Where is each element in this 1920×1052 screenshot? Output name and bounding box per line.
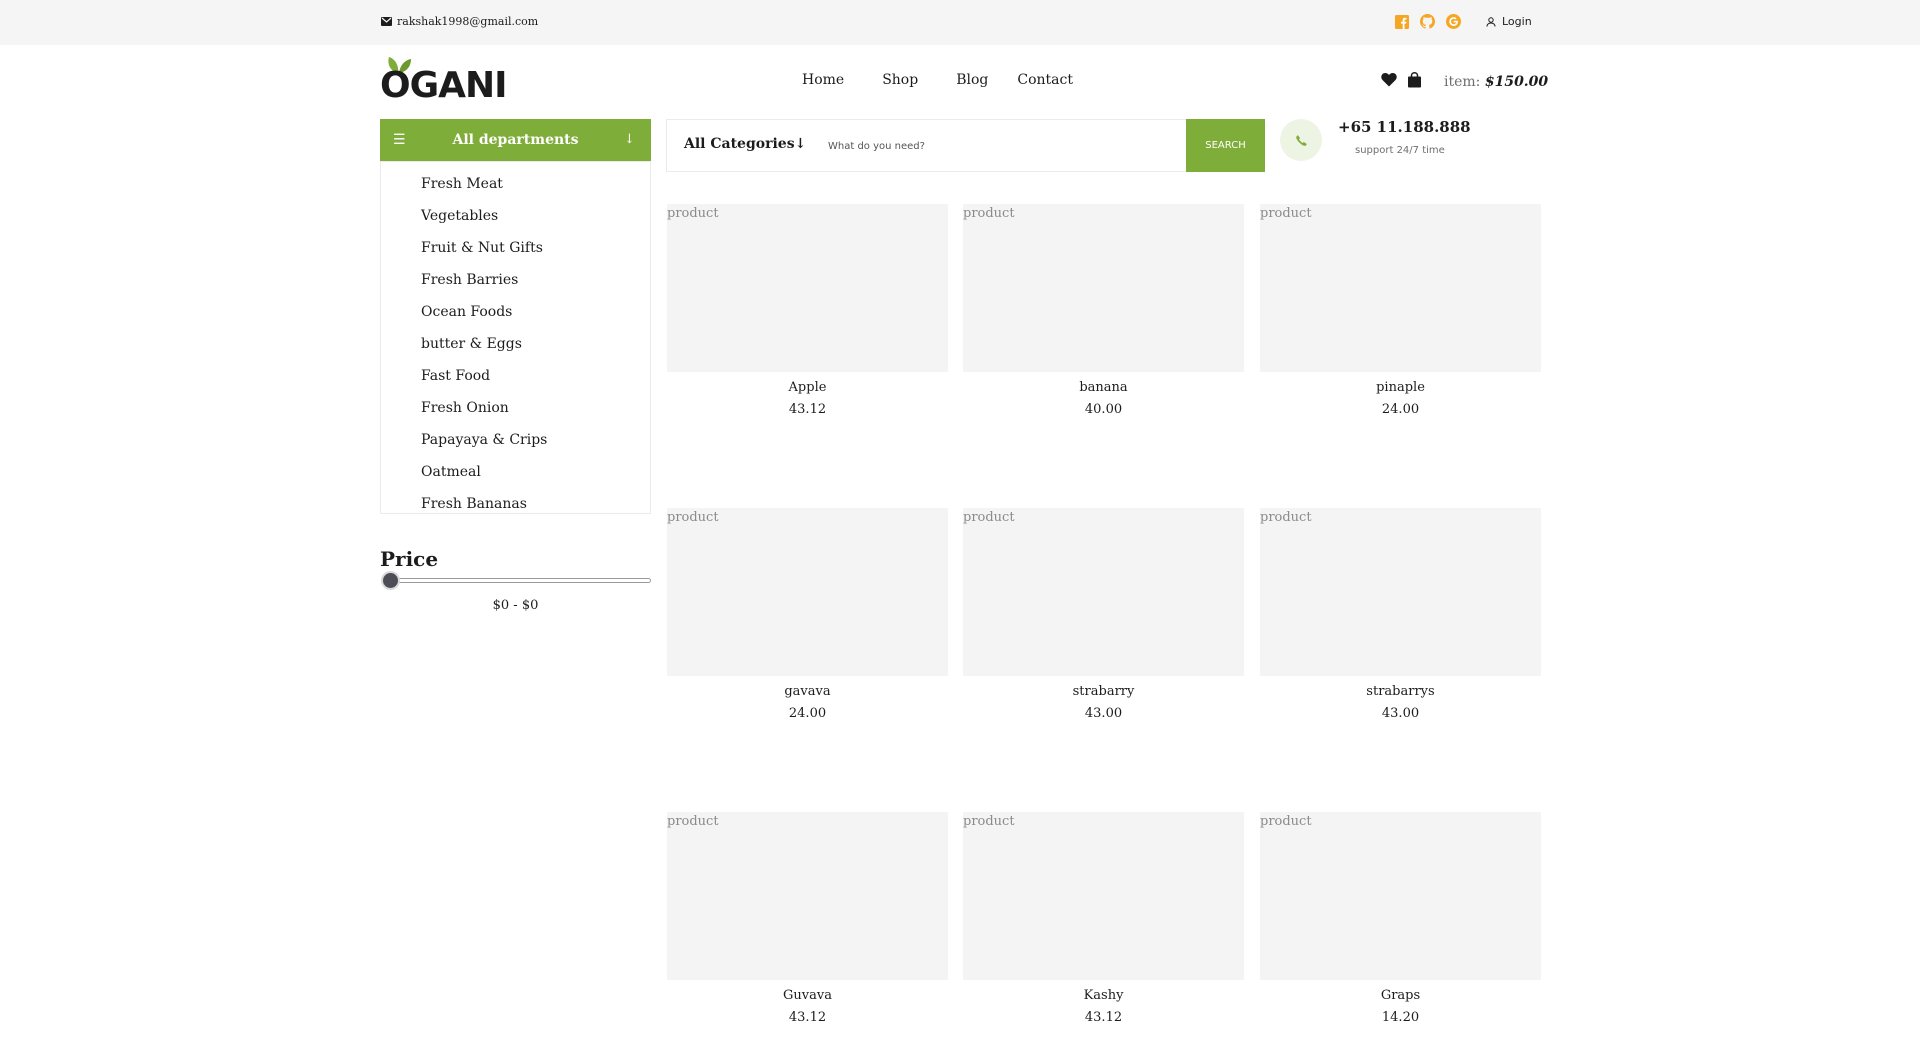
product-name[interactable]: strabarry: [963, 684, 1244, 699]
product-name[interactable]: Guvava: [667, 988, 948, 1003]
product-image-alt: product: [667, 510, 719, 525]
cart-amount: $150.00: [1484, 74, 1549, 90]
header-icons: [1381, 72, 1423, 88]
product-image-alt: product: [1260, 510, 1312, 525]
department-item[interactable]: Fresh Meat: [421, 176, 503, 192]
product-image-alt: product: [1260, 814, 1312, 829]
cart-total: item: $150.00: [1444, 74, 1548, 90]
support-text: support 24/7 time: [1355, 145, 1445, 156]
logo[interactable]: OGANI: [380, 55, 508, 106]
facebook-icon[interactable]: [1394, 14, 1409, 29]
product-name[interactable]: gavava: [667, 684, 948, 699]
arrow-down-icon: ↓: [794, 136, 807, 152]
product-card[interactable]: product Kashy 43.12: [963, 812, 1244, 1025]
department-item[interactable]: Ocean Foods: [421, 304, 512, 320]
department-item[interactable]: Fresh Bananas: [421, 496, 527, 512]
product-price: 43.00: [1084, 706, 1123, 721]
logo-text: OGANI: [380, 65, 508, 106]
nav-shop[interactable]: Shop: [882, 72, 918, 88]
login-label: Login: [1502, 15, 1532, 28]
phone-number: +65 11.188.888: [1338, 118, 1471, 136]
login-button[interactable]: Login: [1486, 15, 1532, 28]
email-text: rakshak1998@gmail.com: [397, 15, 539, 28]
cart-label: item:: [1444, 74, 1481, 90]
google-icon[interactable]: [1446, 14, 1461, 29]
price-filter-title: Price: [380, 547, 439, 571]
product-image: product: [667, 812, 948, 980]
product-card[interactable]: product Guvava 43.12: [667, 812, 948, 1025]
nav-home[interactable]: Home: [802, 72, 844, 88]
product-image-alt: product: [1260, 206, 1312, 221]
product-price: 43.12: [788, 1010, 827, 1025]
product-name[interactable]: Kashy: [963, 988, 1244, 1003]
departments-title: All departments: [452, 132, 579, 148]
product-card[interactable]: product strabarrys 43.00: [1260, 508, 1541, 721]
product-image: product: [963, 204, 1244, 372]
department-item[interactable]: Oatmeal: [421, 464, 481, 480]
product-name[interactable]: banana: [963, 380, 1244, 395]
product-price: 40.00: [1084, 402, 1123, 417]
category-label: All Categories: [684, 136, 795, 152]
department-item[interactable]: Fresh Barries: [421, 272, 518, 288]
nav-contact[interactable]: Contact: [1017, 72, 1073, 88]
product-price: 43.12: [788, 402, 827, 417]
price-range-text: $0 - $0: [492, 598, 539, 613]
product-price: 24.00: [1381, 402, 1420, 417]
product-image: product: [667, 204, 948, 372]
department-item[interactable]: Fruit & Nut Gifts: [421, 240, 543, 256]
github-icon[interactable]: [1420, 14, 1435, 29]
social-links: [1394, 14, 1461, 29]
search-button[interactable]: SEARCH: [1186, 119, 1265, 172]
product-card[interactable]: product gavava 24.00: [667, 508, 948, 721]
product-image: product: [1260, 508, 1541, 676]
main-nav: Home Shop Blog Contact: [802, 72, 1073, 88]
price-slider-track[interactable]: [382, 578, 651, 583]
product-image: product: [963, 508, 1244, 676]
product-image-alt: product: [667, 814, 719, 829]
product-card[interactable]: product pinaple 24.00: [1260, 204, 1541, 417]
department-item[interactable]: Vegetables: [421, 208, 498, 224]
nav-blog[interactable]: Blog: [956, 72, 988, 88]
product-card[interactable]: product banana 40.00: [963, 204, 1244, 417]
department-item[interactable]: Papayaya & Crips: [421, 432, 547, 448]
search-bar: All Categories↓ SEARCH: [666, 119, 1265, 172]
department-item[interactable]: butter & Eggs: [421, 336, 522, 352]
product-card[interactable]: product strabarry 43.00: [963, 508, 1244, 721]
product-card[interactable]: product Graps 14.20: [1260, 812, 1541, 1025]
product-image-alt: product: [963, 814, 1015, 829]
department-item[interactable]: Fast Food: [421, 368, 490, 384]
departments-list: Fresh Meat Vegetables Fruit & Nut Gifts …: [380, 161, 651, 514]
category-dropdown[interactable]: All Categories↓: [684, 136, 806, 152]
price-slider-handle[interactable]: [381, 571, 400, 590]
envelope-icon: [381, 17, 392, 26]
department-item[interactable]: Fresh Onion: [421, 400, 509, 416]
product-image: product: [1260, 812, 1541, 980]
phone-icon: [1280, 119, 1322, 161]
arrow-down-icon: ↓: [624, 132, 635, 147]
product-name[interactable]: Graps: [1260, 988, 1541, 1003]
top-bar: rakshak1998@gmail.com Login: [0, 0, 1920, 45]
header-email: rakshak1998@gmail.com: [381, 15, 538, 28]
product-image-alt: product: [963, 510, 1015, 525]
product-price: 43.00: [1381, 706, 1420, 721]
product-card[interactable]: product Apple 43.12: [667, 204, 948, 417]
heart-icon[interactable]: [1381, 72, 1397, 88]
all-departments-toggle[interactable]: ☰ All departments ↓: [380, 119, 651, 161]
search-input[interactable]: [828, 134, 1178, 158]
product-image: product: [963, 812, 1244, 980]
product-price: 43.12: [1084, 1010, 1123, 1025]
bag-icon[interactable]: [1407, 72, 1423, 88]
product-name[interactable]: pinaple: [1260, 380, 1541, 395]
product-image-alt: product: [963, 206, 1015, 221]
user-icon: [1486, 16, 1496, 27]
product-image-alt: product: [667, 206, 719, 221]
product-name[interactable]: Apple: [667, 380, 948, 395]
product-name[interactable]: strabarrys: [1260, 684, 1541, 699]
product-image: product: [1260, 204, 1541, 372]
product-price: 24.00: [788, 706, 827, 721]
product-price: 14.20: [1381, 1010, 1420, 1025]
product-image: product: [667, 508, 948, 676]
